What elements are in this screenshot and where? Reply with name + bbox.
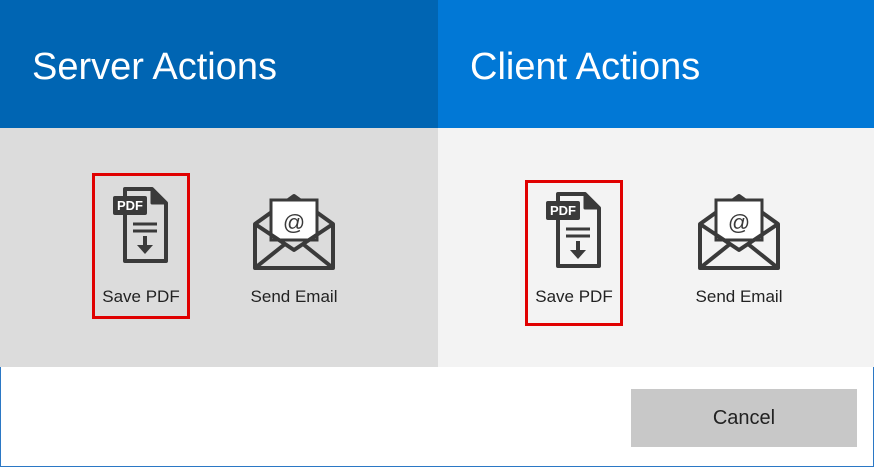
client-actions-body: PDF Save PDF @ Send Email (438, 128, 874, 367)
pdf-download-icon: PDF (113, 187, 168, 263)
client-actions-panel: Client Actions PDF Save PDF @ Send Email (438, 0, 874, 367)
client-actions-title: Client Actions (470, 46, 701, 88)
client-save-pdf-button[interactable]: PDF Save PDF (525, 180, 623, 326)
svg-text:PDF: PDF (117, 198, 143, 213)
pdf-download-icon: PDF (546, 192, 601, 268)
client-actions-header: Client Actions (438, 0, 874, 128)
cancel-button[interactable]: Cancel (631, 389, 857, 447)
server-actions-body: PDF Save PDF @ Send Email (0, 128, 438, 367)
server-save-pdf-button[interactable]: PDF Save PDF (92, 173, 190, 319)
client-save-pdf-label: Save PDF (535, 287, 613, 306)
email-envelope-icon: @ (253, 194, 335, 270)
svg-text:@: @ (283, 210, 305, 235)
server-send-email-label: Send Email (250, 287, 338, 306)
server-actions-header: Server Actions (0, 0, 438, 128)
server-send-email-button[interactable]: @ Send Email (245, 173, 343, 319)
server-actions-panel: Server Actions PDF Save PDF @ Send Email (0, 0, 438, 367)
svg-text:@: @ (728, 210, 750, 235)
email-envelope-icon: @ (698, 194, 780, 270)
client-send-email-button[interactable]: @ Send Email (690, 173, 788, 319)
client-send-email-label: Send Email (695, 287, 783, 306)
server-actions-title: Server Actions (32, 46, 277, 88)
server-save-pdf-label: Save PDF (102, 287, 180, 306)
svg-text:PDF: PDF (550, 203, 576, 218)
